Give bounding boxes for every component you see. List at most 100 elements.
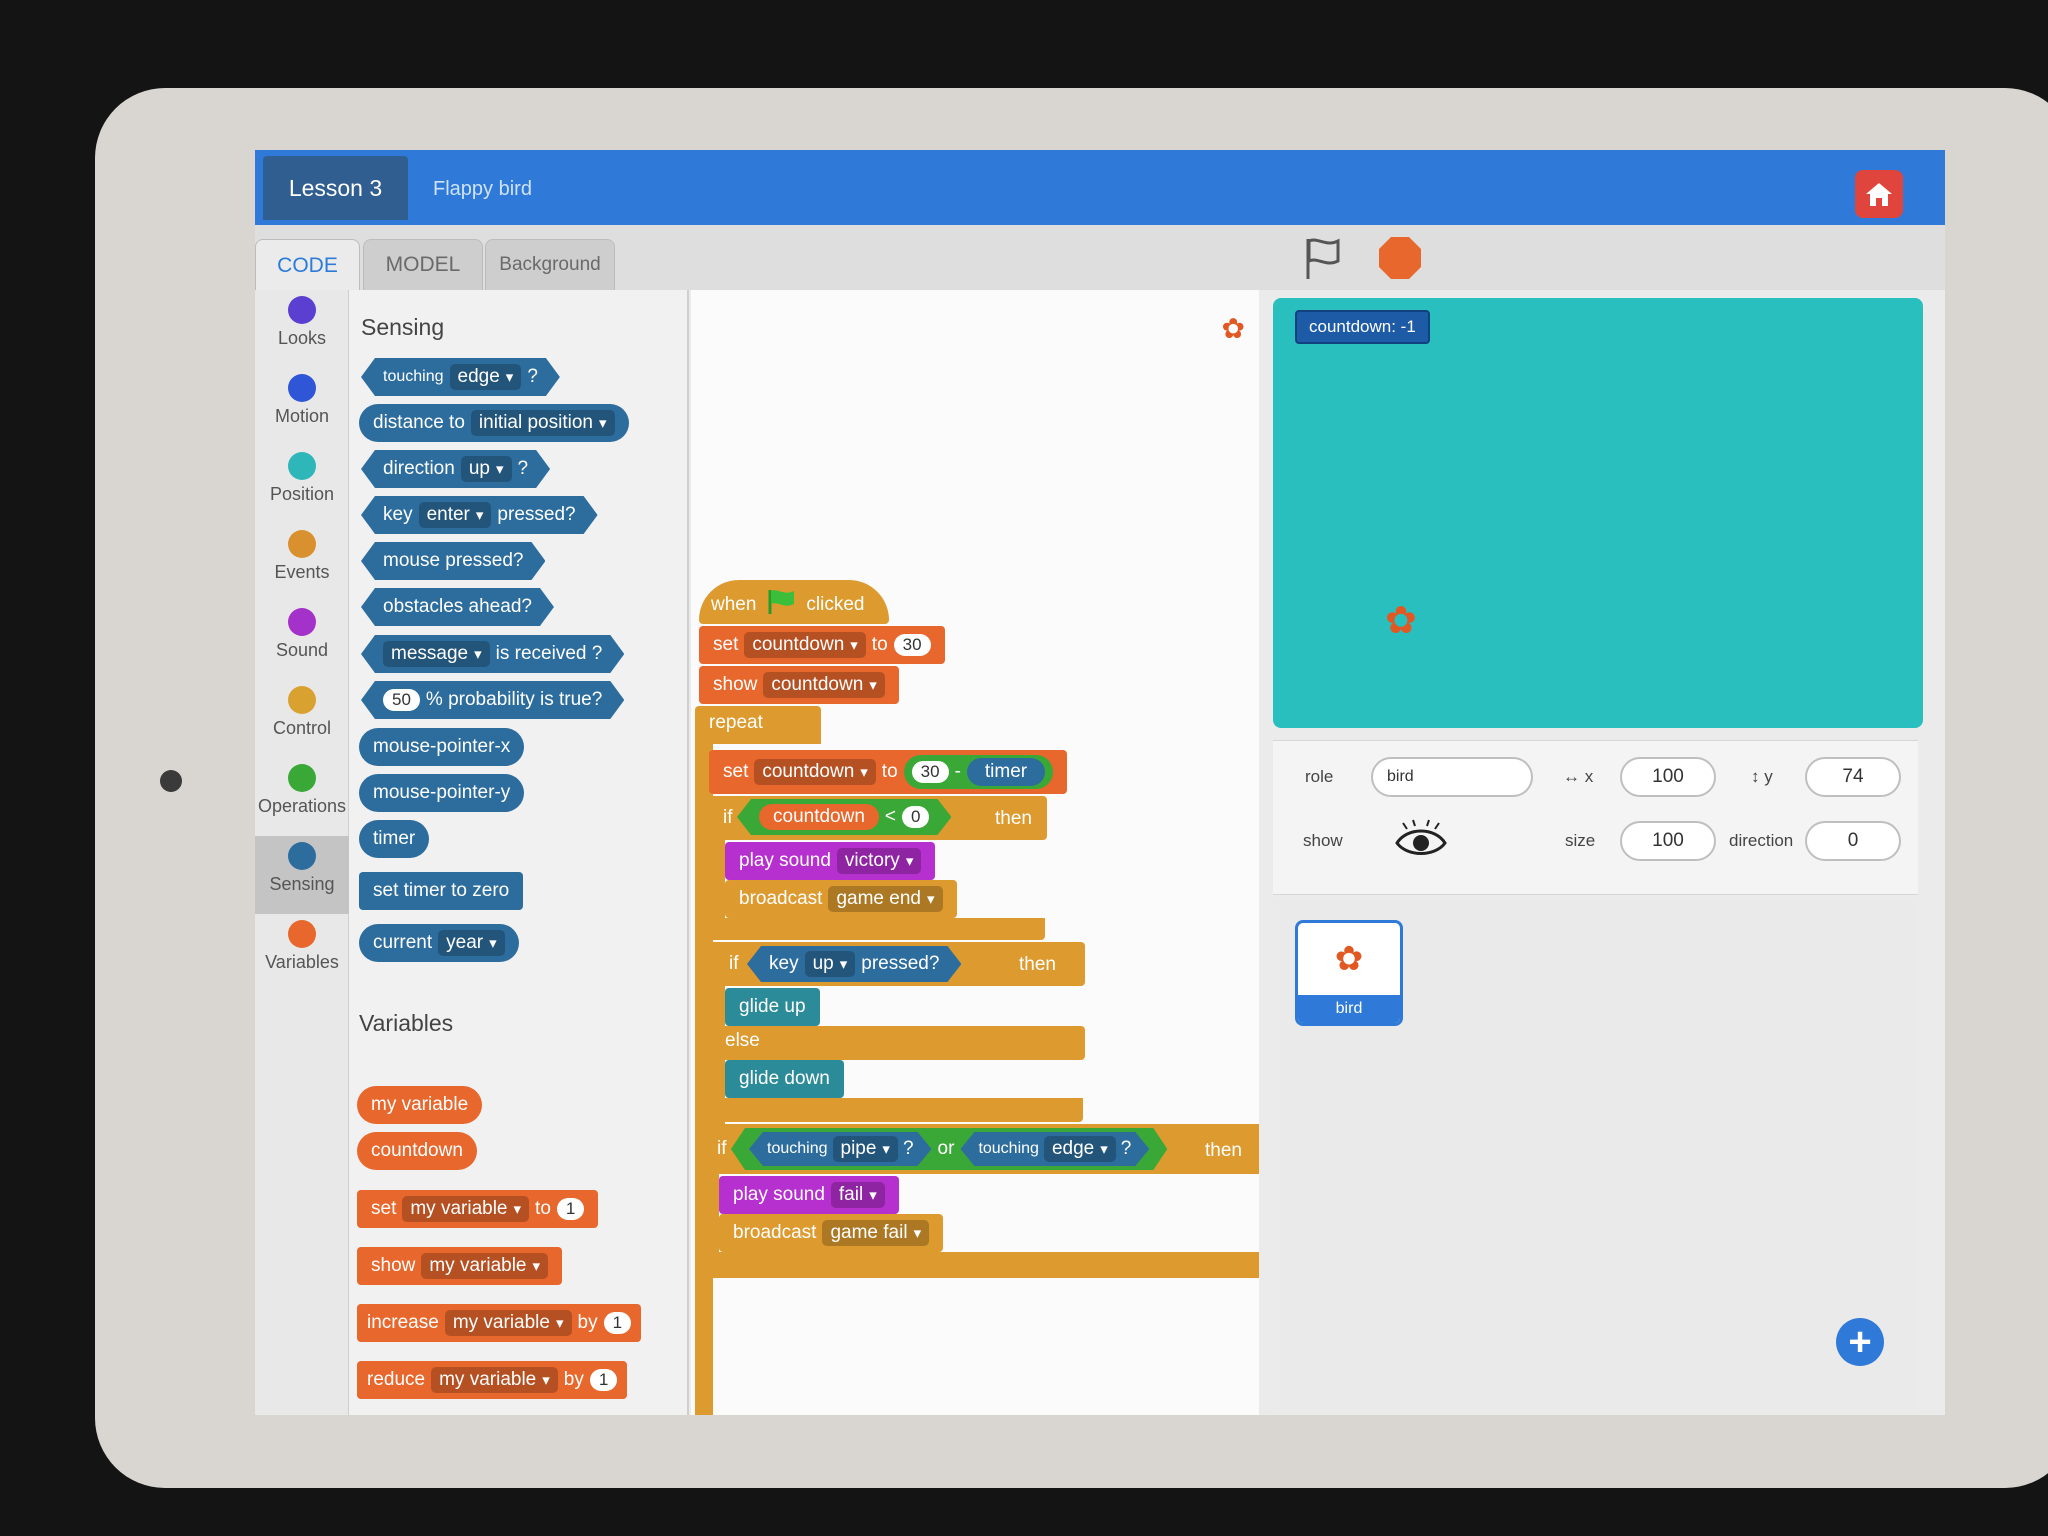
- mouse-pressed-block[interactable]: mouse pressed?: [361, 542, 545, 580]
- eye-icon[interactable]: [1393, 819, 1449, 859]
- sound-dropdown[interactable]: victory: [836, 848, 922, 874]
- set-countdown-timer-block[interactable]: set countdown to 30 - timer: [709, 750, 1068, 794]
- script-area[interactable]: ✿ when clicked set countdown to 30 show …: [691, 290, 1259, 1415]
- operator-text: or: [937, 1138, 955, 1159]
- block-text: set: [723, 761, 749, 782]
- category-position[interactable]: Position: [255, 446, 349, 524]
- obstacles-block[interactable]: obstacles ahead?: [361, 588, 554, 626]
- set-variable-block[interactable]: set my variable to 1: [357, 1190, 599, 1228]
- play-sound-block[interactable]: play sound victory: [725, 842, 936, 880]
- message-dropdown[interactable]: message: [383, 641, 490, 667]
- or-operator[interactable]: touching pipe ? or touching edge ?: [731, 1128, 1167, 1170]
- touching-condition[interactable]: touching edge ?: [960, 1132, 1149, 1166]
- tab-background[interactable]: Background: [485, 239, 615, 291]
- stage[interactable]: countdown: -1 ✿: [1273, 298, 1923, 728]
- glide-down-block[interactable]: glide down: [725, 1060, 844, 1098]
- sound-dropdown[interactable]: fail: [830, 1182, 885, 1208]
- when-flag-clicked-block[interactable]: when clicked: [699, 580, 889, 624]
- play-sound-block[interactable]: play sound fail: [719, 1176, 899, 1214]
- size-input[interactable]: 100: [1620, 821, 1716, 861]
- add-sprite-button[interactable]: +: [1836, 1318, 1884, 1366]
- touching-dropdown[interactable]: pipe: [833, 1136, 898, 1162]
- home-button[interactable]: [1855, 170, 1903, 218]
- variable-reporter[interactable]: countdown: [357, 1132, 477, 1170]
- increase-variable-block[interactable]: increase my variable by 1: [357, 1304, 642, 1342]
- tab-code[interactable]: CODE: [255, 239, 360, 291]
- variable-dropdown[interactable]: my variable: [402, 1196, 530, 1222]
- variable-reporter[interactable]: my variable: [357, 1086, 483, 1124]
- block-text: direction: [383, 458, 455, 479]
- variable-dropdown[interactable]: countdown: [754, 759, 876, 785]
- x-input[interactable]: 100: [1620, 757, 1716, 797]
- green-flag-button[interactable]: [1300, 235, 1346, 281]
- value-input[interactable]: 30: [911, 761, 949, 783]
- variable-dropdown[interactable]: countdown: [763, 672, 885, 698]
- reduce-variable-block[interactable]: reduce my variable by 1: [357, 1361, 628, 1399]
- timer-block[interactable]: timer: [359, 820, 430, 858]
- category-sensing[interactable]: Sensing: [255, 836, 349, 914]
- key-dropdown[interactable]: enter: [419, 502, 492, 528]
- category-variables[interactable]: Variables: [255, 914, 349, 992]
- current-block[interactable]: current year: [359, 924, 519, 962]
- probability-block[interactable]: 50 % probability is true?: [361, 681, 624, 719]
- variable-dropdown[interactable]: my variable: [444, 1310, 572, 1336]
- message-dropdown[interactable]: game end: [828, 886, 943, 912]
- set-countdown-block[interactable]: set countdown to 30: [699, 626, 945, 664]
- key-pressed-condition[interactable]: key up pressed?: [747, 946, 961, 982]
- variable-dropdown[interactable]: my variable: [431, 1367, 558, 1393]
- touching-dropdown[interactable]: edge: [1044, 1136, 1116, 1162]
- distance-block[interactable]: distance to initial position: [359, 404, 629, 442]
- probability-input[interactable]: 50: [383, 689, 420, 711]
- category-looks[interactable]: Looks: [255, 290, 349, 368]
- variable-dropdown[interactable]: my variable: [421, 1253, 549, 1279]
- timer-reporter[interactable]: timer: [966, 758, 1046, 786]
- show-countdown-block[interactable]: show countdown: [699, 666, 899, 704]
- value-input[interactable]: 1: [603, 1312, 632, 1334]
- else-label: else: [725, 1030, 760, 1051]
- value-input[interactable]: 1: [556, 1198, 585, 1220]
- key-pressed-block[interactable]: key enter pressed?: [361, 496, 598, 534]
- set-timer-block[interactable]: set timer to zero: [359, 872, 524, 910]
- sprite-tile[interactable]: ✿ bird: [1295, 920, 1403, 1026]
- category-control[interactable]: Control: [255, 680, 349, 758]
- touching-dropdown[interactable]: edge: [450, 364, 522, 390]
- y-label: ↕ y: [1751, 767, 1773, 786]
- category-sound[interactable]: Sound: [255, 602, 349, 680]
- stop-button[interactable]: [1377, 235, 1423, 281]
- touching-block[interactable]: touching edge ?: [361, 358, 560, 396]
- message-dropdown[interactable]: game fail: [822, 1220, 930, 1246]
- touching-condition[interactable]: touching pipe ?: [749, 1132, 932, 1166]
- broadcast-block[interactable]: broadcast game fail: [719, 1214, 944, 1252]
- mouse-x-block[interactable]: mouse-pointer-x: [359, 728, 525, 766]
- block-text: broadcast: [733, 1222, 817, 1243]
- value-input[interactable]: 0: [902, 806, 929, 828]
- glide-up-block[interactable]: glide up: [725, 988, 820, 1026]
- current-dropdown[interactable]: year: [438, 930, 505, 956]
- block-text: play sound: [733, 1184, 825, 1205]
- show-variable-block[interactable]: show my variable: [357, 1247, 563, 1285]
- key-dropdown[interactable]: up: [805, 951, 856, 977]
- category-operations[interactable]: Operations: [255, 758, 349, 836]
- value-input[interactable]: 1: [589, 1369, 618, 1391]
- tab-model[interactable]: MODEL: [363, 239, 483, 291]
- role-input[interactable]: bird: [1371, 757, 1533, 797]
- category-events[interactable]: Events: [255, 524, 349, 602]
- control-dot-icon: [288, 686, 316, 714]
- lesson-tab[interactable]: Lesson 3: [263, 156, 408, 220]
- variable-dropdown[interactable]: countdown: [744, 632, 866, 658]
- y-input[interactable]: 74: [1805, 757, 1901, 797]
- show-label: show: [1303, 831, 1343, 850]
- mouse-y-block[interactable]: mouse-pointer-y: [359, 774, 525, 812]
- distance-dropdown[interactable]: initial position: [470, 410, 615, 436]
- less-than-operator[interactable]: countdown < 0: [737, 799, 951, 835]
- direction-input[interactable]: 0: [1805, 821, 1901, 861]
- value-input[interactable]: 30: [893, 634, 931, 656]
- category-motion[interactable]: Motion: [255, 368, 349, 446]
- message-received-block[interactable]: message is received ?: [361, 635, 624, 673]
- direction-dropdown[interactable]: up: [461, 456, 512, 482]
- direction-block[interactable]: direction up ?: [361, 450, 550, 488]
- bird-sprite[interactable]: ✿: [1385, 598, 1417, 643]
- countdown-reporter[interactable]: countdown: [759, 804, 879, 830]
- subtract-operator[interactable]: 30 - timer: [903, 755, 1054, 789]
- broadcast-block[interactable]: broadcast game end: [725, 880, 957, 918]
